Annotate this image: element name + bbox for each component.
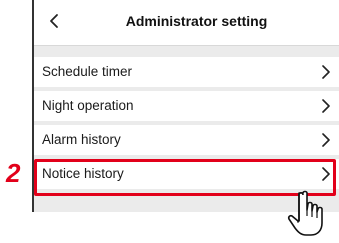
screen-header: Administrator setting: [34, 0, 339, 46]
step-number-label: 2: [6, 158, 21, 188]
chevron-right-icon: [321, 99, 331, 113]
menu-item-label: Night operation: [42, 98, 134, 113]
settings-menu-list: Schedule timer Night operation Alarm his…: [34, 57, 339, 193]
menu-item-schedule-timer[interactable]: Schedule timer: [34, 57, 339, 87]
menu-item-label: Schedule timer: [42, 64, 133, 79]
device-screen: Administrator setting Schedule timer Nig…: [32, 0, 339, 212]
chevron-right-icon: [321, 65, 331, 79]
menu-item-night-operation[interactable]: Night operation: [34, 91, 339, 121]
hand-pointer-icon: [286, 190, 332, 242]
instruction-figure: 2 Administrator setting Schedule timer N…: [0, 0, 339, 243]
menu-item-label: Notice history: [42, 166, 124, 181]
menu-item-alarm-history[interactable]: Alarm history: [34, 125, 339, 155]
menu-item-notice-history[interactable]: Notice history: [34, 159, 339, 189]
chevron-right-icon: [321, 133, 331, 147]
back-chevron-icon[interactable]: [44, 10, 64, 32]
chevron-right-icon: [321, 167, 331, 181]
menu-item-label: Alarm history: [42, 132, 121, 147]
page-title: Administrator setting: [125, 13, 268, 29]
